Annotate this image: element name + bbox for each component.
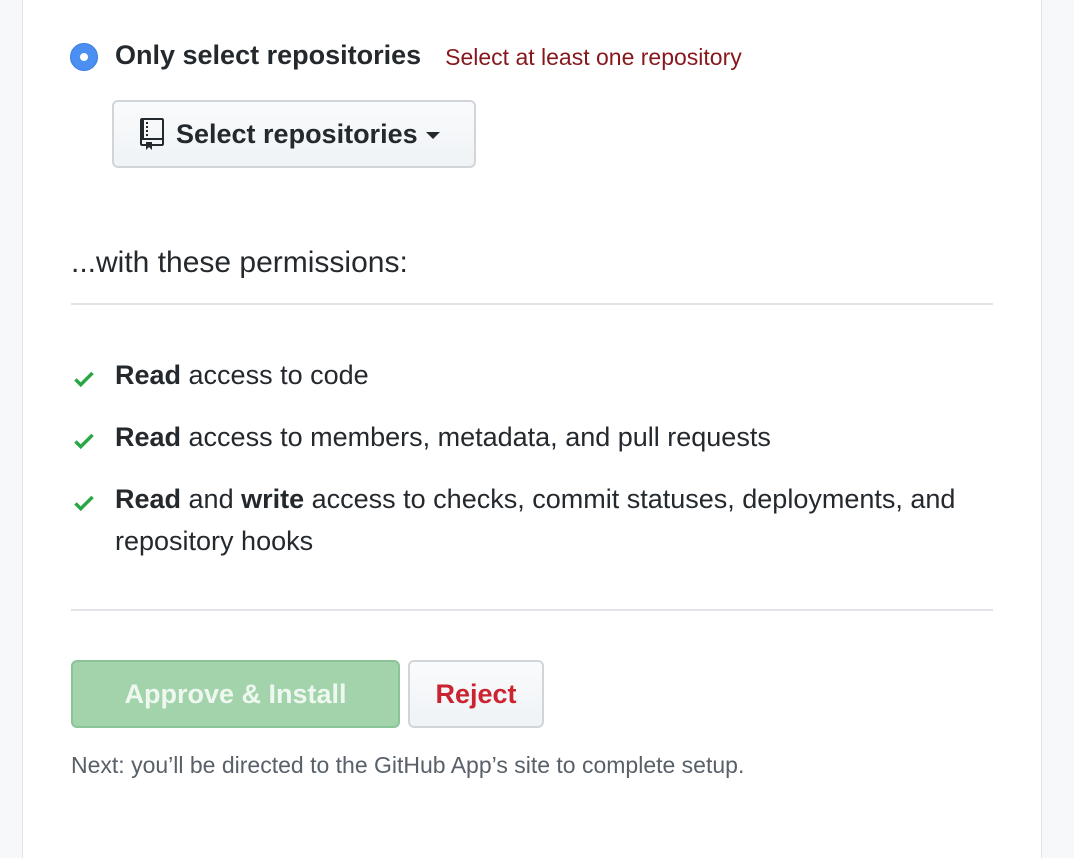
permissions-heading: ...with these permissions: <box>71 246 408 279</box>
permission-item: Read access to code <box>71 360 985 396</box>
next-step-note: Next: you’ll be directed to the GitHub A… <box>71 752 745 778</box>
approve-install-button[interactable]: Approve & Install <box>71 660 400 728</box>
permission-item: Read and write access to checks, commit … <box>71 484 985 562</box>
permission-text: Read access to members, metadata, and pu… <box>115 422 771 452</box>
validation-error: Select at least one repository <box>445 43 742 70</box>
permission-text: Read access to code <box>115 360 369 390</box>
repo-icon <box>140 118 164 150</box>
select-repositories-button[interactable]: Select repositories <box>112 100 476 168</box>
radio-dot <box>80 52 88 61</box>
check-icon <box>74 371 94 388</box>
radio-button-selected[interactable] <box>70 42 98 71</box>
reject-button[interactable]: Reject <box>408 660 544 728</box>
divider <box>71 609 993 611</box>
check-icon <box>74 433 94 450</box>
select-repositories-label: Select repositories <box>176 118 418 149</box>
radio-label[interactable]: Only select repositories <box>115 40 421 71</box>
permission-item: Read access to members, metadata, and pu… <box>71 422 985 458</box>
divider <box>71 303 993 305</box>
permission-text: Read and write access to checks, commit … <box>115 484 956 556</box>
check-icon <box>74 495 94 512</box>
caret-down-icon <box>425 132 440 139</box>
repository-selection-option[interactable]: Only select repositories Select at least… <box>70 40 742 71</box>
